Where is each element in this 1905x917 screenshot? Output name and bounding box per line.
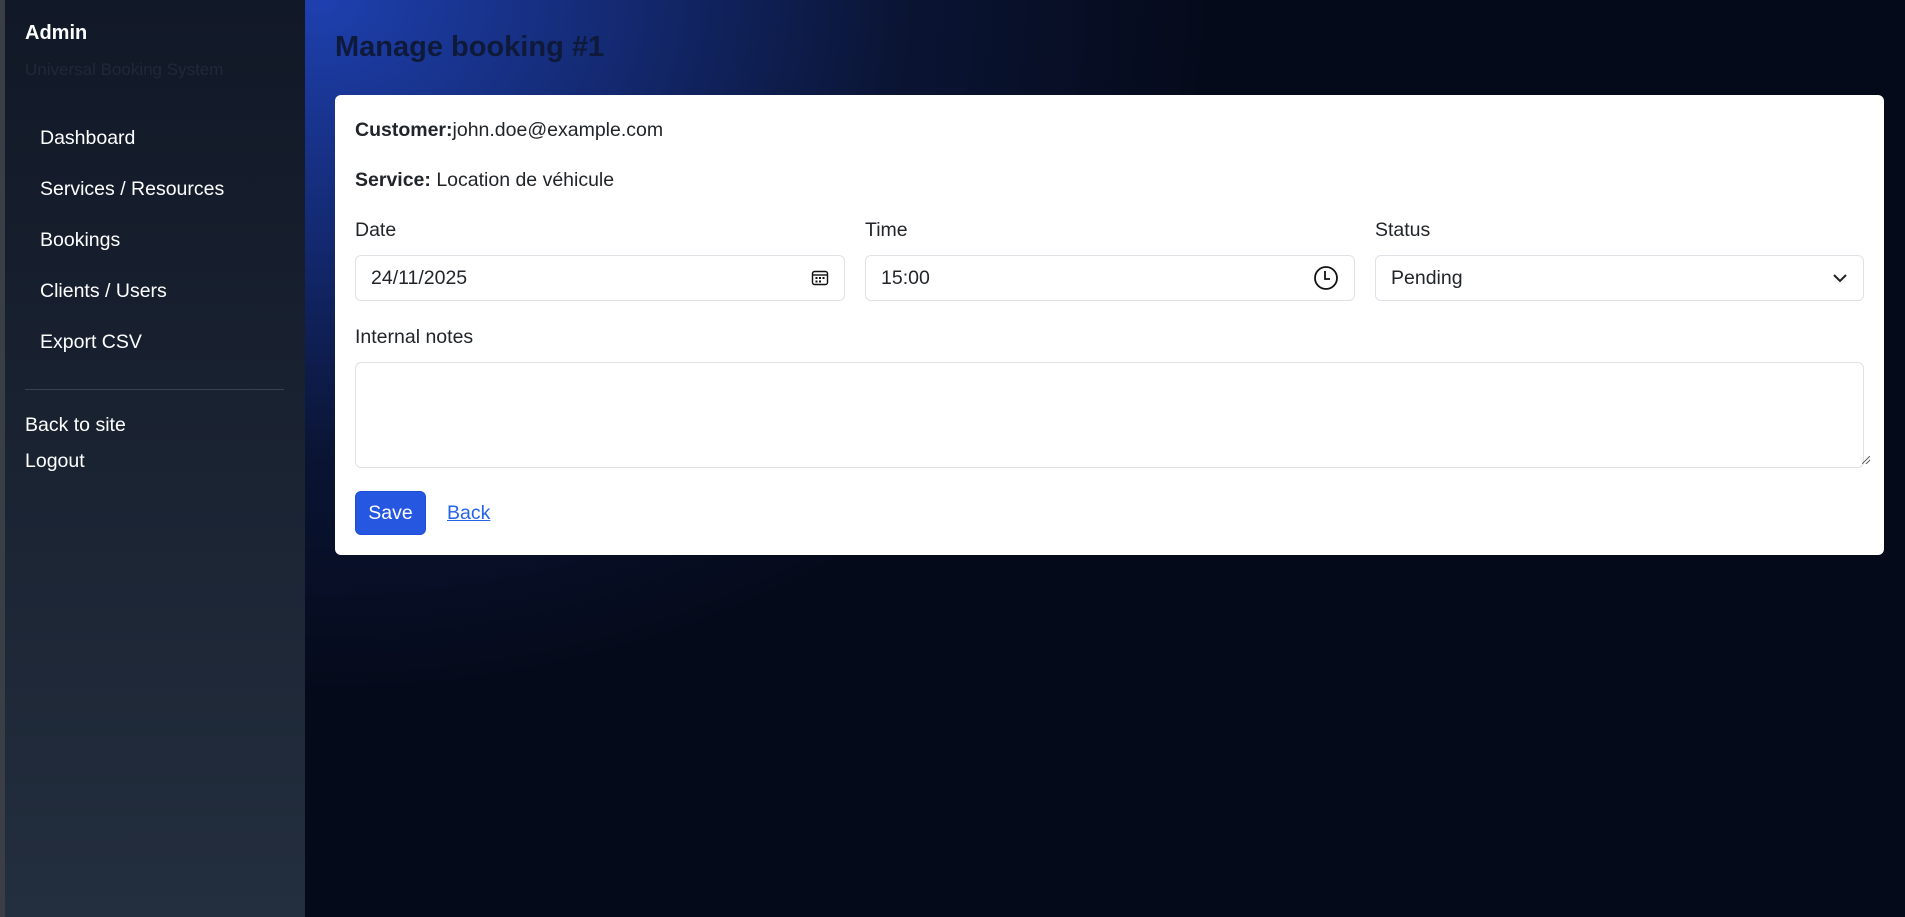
sidebar: Admin Universal Booking System Dashboard…: [0, 0, 305, 917]
nav-dashboard[interactable]: Dashboard: [40, 127, 135, 150]
status-label: Status: [1375, 219, 1431, 241]
date-value: 24/11/2025: [371, 266, 468, 289]
status-value: Pending: [1391, 266, 1463, 289]
time-input[interactable]: 15:00: [865, 255, 1355, 301]
logout-link[interactable]: Logout: [25, 450, 85, 473]
time-value: 15:00: [881, 266, 930, 289]
service-label: Service:: [355, 169, 431, 191]
nav-export-csv[interactable]: Export CSV: [40, 331, 142, 354]
chevron-down-icon: [1833, 274, 1847, 283]
brand-title: Admin: [25, 22, 88, 44]
customer-value: john.doe@example.com: [452, 119, 664, 141]
page-title: Manage booking #1: [335, 31, 605, 63]
nav-clients-users[interactable]: Clients / Users: [40, 280, 167, 303]
calendar-icon[interactable]: [811, 269, 829, 287]
internal-notes-textarea[interactable]: [355, 362, 1864, 468]
customer-row: Customer:john.doe@example.com: [355, 119, 663, 142]
status-select[interactable]: Pending: [1375, 255, 1864, 301]
back-link[interactable]: Back: [447, 502, 490, 525]
date-label: Date: [355, 219, 397, 241]
save-button[interactable]: Save: [355, 491, 426, 535]
brand-subtitle: Universal Booking System: [25, 60, 224, 79]
time-label: Time: [865, 219, 908, 241]
clock-icon[interactable]: [1313, 265, 1339, 291]
nav-services-resources[interactable]: Services / Resources: [40, 178, 224, 201]
service-row: Service: Location de véhicule: [355, 169, 614, 192]
resize-handle-icon[interactable]: [1862, 456, 1872, 466]
booking-form-card: Customer:john.doe@example.com Service: L…: [335, 95, 1884, 555]
customer-label: Customer:: [355, 119, 453, 141]
service-value: Location de véhicule: [436, 169, 615, 191]
sidebar-divider: [25, 389, 284, 390]
internal-notes-label: Internal notes: [355, 326, 474, 348]
date-input[interactable]: 24/11/2025: [355, 255, 845, 301]
back-to-site-link[interactable]: Back to site: [25, 414, 126, 437]
nav-bookings[interactable]: Bookings: [40, 229, 120, 252]
